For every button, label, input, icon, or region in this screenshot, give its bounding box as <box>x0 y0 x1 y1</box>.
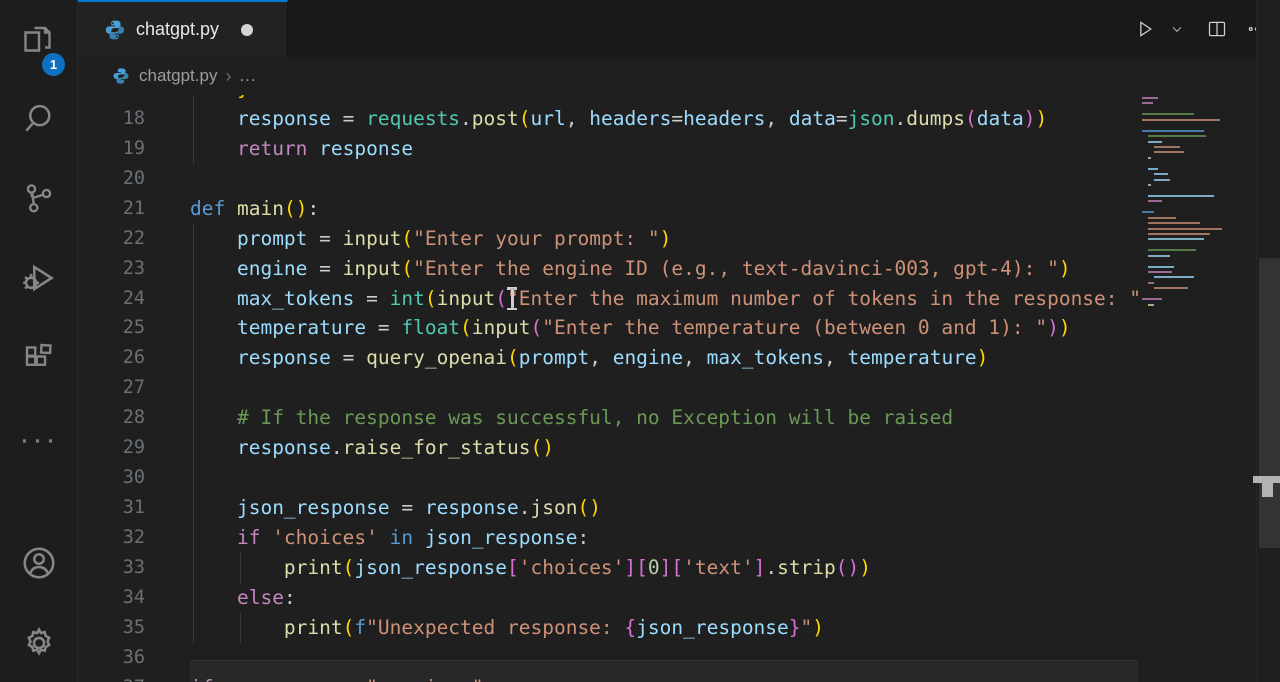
line-number: 32 <box>78 523 145 553</box>
breadcrumb-separator-icon: › <box>225 66 231 87</box>
line-number: 29 <box>78 433 145 463</box>
code-line-36[interactable]: 36 <box>78 643 1140 673</box>
code-line-29[interactable]: 29 response.raise_for_status() <box>78 433 1140 463</box>
more-icon[interactable]: ··· <box>0 412 78 468</box>
extensions-icon[interactable] <box>0 330 78 386</box>
code-line-22[interactable]: 22 prompt = input("Enter your prompt: ") <box>78 224 1140 254</box>
line-number: 24 <box>78 284 145 314</box>
line-number: 27 <box>78 373 145 403</box>
code-line-19[interactable]: 19 return response <box>78 134 1140 164</box>
code-line-28[interactable]: 28 # If the response was successful, no … <box>78 403 1140 433</box>
line-number: 33 <box>78 553 145 583</box>
code-line-31[interactable]: 31 json_response = response.json() <box>78 493 1140 523</box>
code-editor[interactable]: 17 }18 response = requests.post(url, hea… <box>78 95 1140 682</box>
breadcrumb-item-more[interactable]: ... <box>239 66 256 86</box>
t-shape-pointer-stem <box>1262 483 1273 497</box>
line-number: 17 <box>78 95 145 104</box>
line-number: 20 <box>78 164 145 194</box>
line-number: 23 <box>78 254 145 284</box>
code-line-23[interactable]: 23 engine = input("Enter the engine ID (… <box>78 254 1140 284</box>
line-number: 21 <box>78 194 145 224</box>
explorer-badge: 1 <box>42 53 65 76</box>
text-cursor-icon <box>505 287 519 310</box>
run-debug-icon[interactable] <box>0 250 78 306</box>
code-line-17[interactable]: 17 } <box>78 95 1140 104</box>
code-line-30[interactable]: 30 <box>78 463 1140 493</box>
vertical-scrollbar[interactable] <box>1256 0 1280 682</box>
minimap-content <box>1140 95 1253 306</box>
code-line-33[interactable]: 33 print(json_response['choices'][0]['te… <box>78 553 1140 583</box>
editor-actions <box>1132 0 1270 57</box>
line-number: 25 <box>78 313 145 343</box>
code-line-32[interactable]: 32 if 'choices' in json_response: <box>78 523 1140 553</box>
tab-chatgpt-py[interactable]: chatgpt.py <box>78 0 288 57</box>
code-line-34[interactable]: 34 else: <box>78 583 1140 613</box>
code-line-18[interactable]: 18 response = requests.post(url, headers… <box>78 104 1140 134</box>
indent-guide <box>193 463 194 493</box>
indent-guide <box>193 373 194 403</box>
split-editor-button[interactable] <box>1204 16 1230 42</box>
explorer-icon[interactable]: 1 <box>0 12 78 68</box>
line-number: 34 <box>78 583 145 613</box>
line-number: 36 <box>78 643 145 673</box>
code-line-21[interactable]: 21def main(): <box>78 194 1140 224</box>
line-number: 35 <box>78 613 145 643</box>
tab-bar: chatgpt.py <box>78 0 1280 57</box>
modified-dot-icon[interactable] <box>241 24 253 36</box>
breadcrumb-item-file[interactable]: chatgpt.py <box>139 66 217 86</box>
account-icon[interactable] <box>0 535 78 591</box>
python-file-icon-small <box>112 67 130 85</box>
source-control-icon[interactable] <box>0 170 78 226</box>
code-line-20[interactable]: 20 <box>78 164 1140 194</box>
line-number: 22 <box>78 224 145 254</box>
code-line-26[interactable]: 26 response = query_openai(prompt, engin… <box>78 343 1140 373</box>
line-number: 18 <box>78 104 145 134</box>
line-number: 28 <box>78 403 145 433</box>
line-number: 30 <box>78 463 145 493</box>
code-line-27[interactable]: 27 <box>78 373 1140 403</box>
code-line-24[interactable]: 24 max_tokens = int(input("Enter the max… <box>78 284 1140 314</box>
run-dropdown-chevron-icon[interactable] <box>1164 16 1190 42</box>
settings-icon[interactable] <box>0 615 78 671</box>
line-number: 37 <box>78 673 145 682</box>
code-line-37[interactable]: 37if __name__ == "__main__": <box>78 673 1140 682</box>
t-shape-pointer-icon <box>1253 476 1280 483</box>
scrollbar-thumb[interactable] <box>1259 258 1280 548</box>
tab-label: chatgpt.py <box>136 19 219 40</box>
run-button[interactable] <box>1132 16 1158 42</box>
code-line-25[interactable]: 25 temperature = float(input("Enter the … <box>78 313 1140 343</box>
code-line-35[interactable]: 35 print(f"Unexpected response: {json_re… <box>78 613 1140 643</box>
minimap[interactable] <box>1140 95 1253 682</box>
activity-bar: 1 ··· <box>0 0 78 682</box>
line-number: 31 <box>78 493 145 523</box>
breadcrumb: chatgpt.py › ... <box>78 57 1280 95</box>
line-number: 26 <box>78 343 145 373</box>
python-file-icon <box>104 19 126 41</box>
search-icon[interactable] <box>0 90 78 146</box>
line-number: 19 <box>78 134 145 164</box>
